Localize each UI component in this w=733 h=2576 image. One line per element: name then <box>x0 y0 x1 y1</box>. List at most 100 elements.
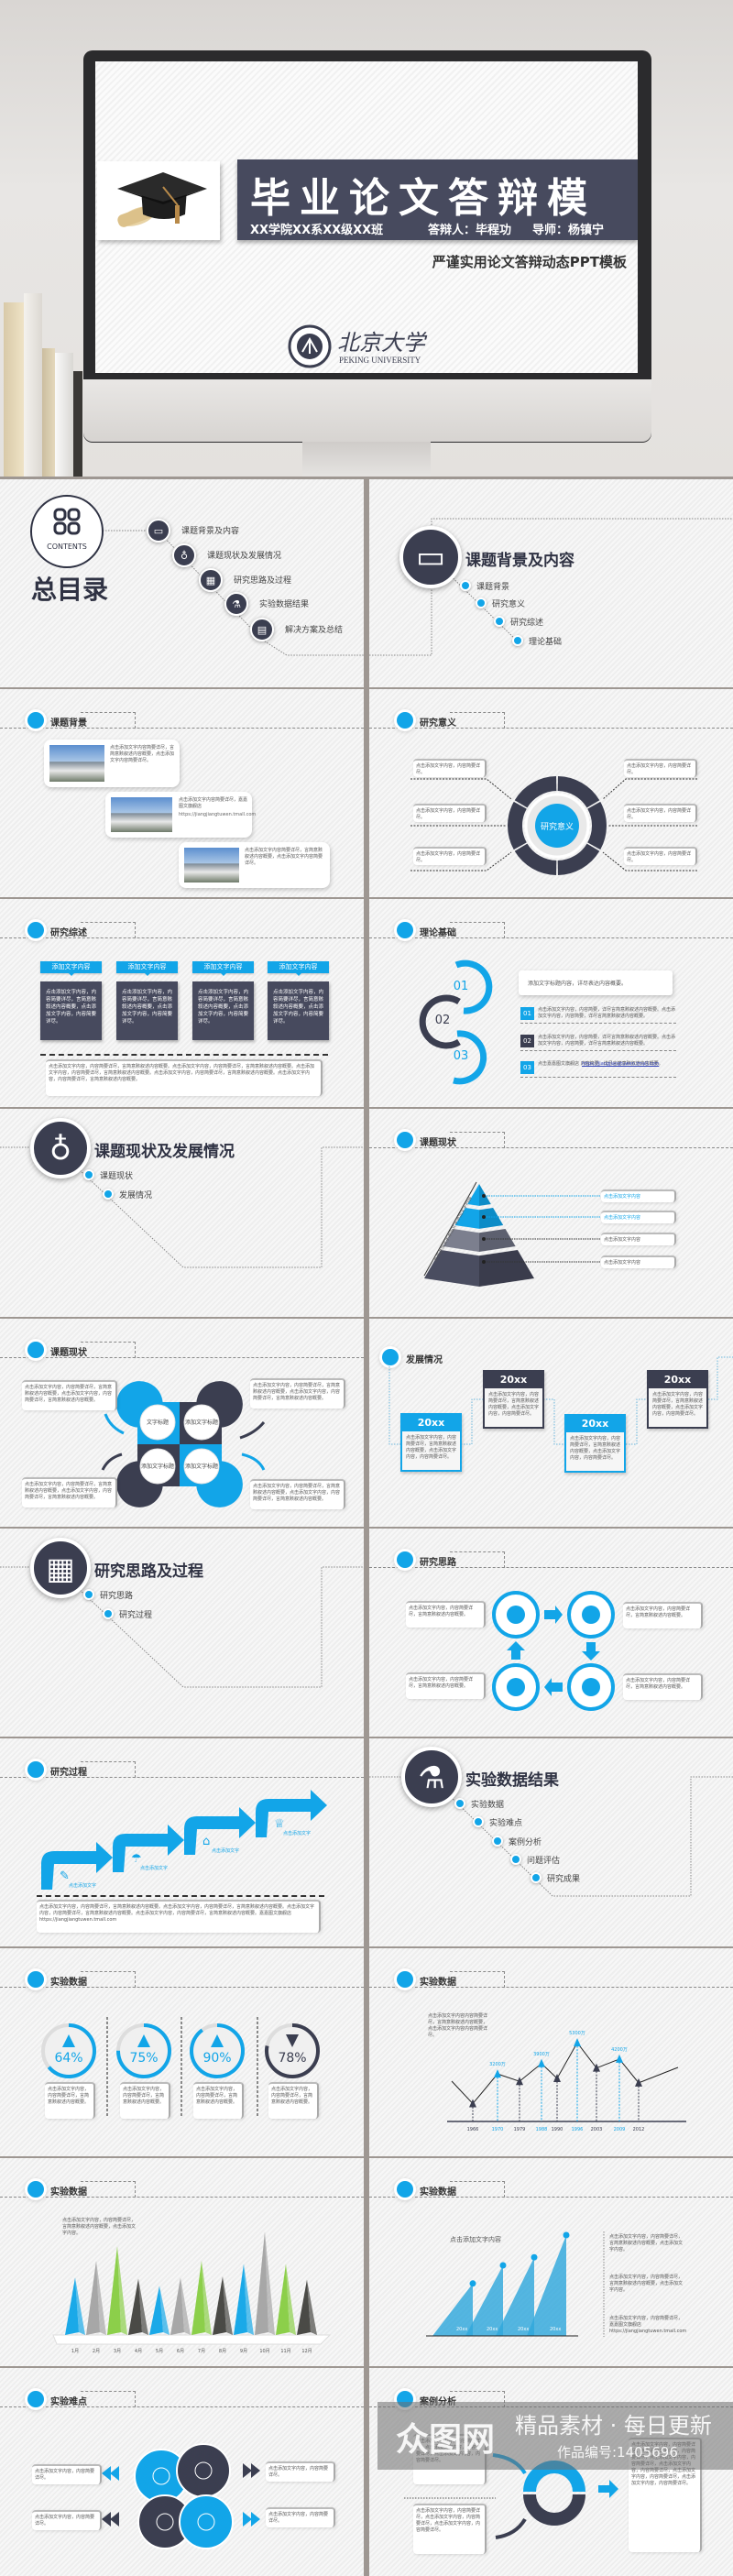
slide-background[interactable]: 课题背景 点击添加文字内容简要详尽，言简意赅叙述内容概要，点击添加文字内容简要详尽… <box>0 689 364 897</box>
text-box[interactable]: 点击添加文字内容，内容简要详尽，言简意赅叙述内容概要。 <box>406 1672 486 1699</box>
laptop-icon[interactable]: ▭ <box>147 519 170 543</box>
chevron-icon <box>110 2512 119 2527</box>
text-box[interactable]: 点击添加文字内容，内容简要详尽，言简意赅叙述内容概要，点击添加文字内容，内容简要… <box>250 1378 345 1409</box>
text-box[interactable]: 点击添加文字内容，内容简要详尽，言简意赅叙述内容概要。 <box>623 1602 703 1628</box>
text-box[interactable]: 点击添加文字内容，内容简要详尽，言简意赅叙述内容概要，点击添加文字内容，内容简要… <box>250 1479 345 1509</box>
slide-difficulties[interactable]: 实验难点 点击添加文字内容，内容简要详尽。 点击添加文字内容，内容简要详尽。 点击添加… <box>0 2368 364 2576</box>
note-link[interactable]: https://jiangjiangtuwen.tmall.com <box>609 2329 686 2335</box>
text-box[interactable]: 点击添加文字内容，内容简要详尽。 <box>624 847 697 865</box>
card-text: 点击添加文字内容，内容简要详尽，言简意赅叙述内容概要，点击添加文字内容，内容简要… <box>652 1392 704 1417</box>
section-item[interactable]: 研究成果 <box>547 1872 580 1884</box>
text-box[interactable]: 点击添加文字内容，内容简要详尽，言简意赅叙述内容概要。 <box>45 2082 95 2119</box>
timeline-card[interactable]: 20xx 点击添加文字内容，内容简要详尽，言简意赅叙述内容概要，点击添加文字内容，… <box>647 1370 708 1429</box>
contents-item-label[interactable]: 解决方案及总结 <box>285 623 343 635</box>
pyramid-label[interactable]: 点击添加文字内容 <box>601 1255 676 1268</box>
text-box[interactable]: 点击添加文字内容，内容简要详尽，点击添加文字内容，内容简要详尽，点击添加文字内容… <box>413 2504 487 2554</box>
timeline-card[interactable]: 20xx 点击添加文字内容，内容简要详尽，言简意赅叙述内容概要，点击添加文字内容，… <box>564 1414 626 1473</box>
summary-box[interactable]: 点击添加文字内容，内容简要详尽，言简意赅叙述内容概要。点击添加文字内容，内容简要… <box>37 1900 321 1933</box>
timeline-card[interactable]: 20xx 点击添加文字内容，内容简要详尽，言简意赅叙述内容概要，点击添加文字内容，… <box>483 1370 544 1429</box>
item-link[interactable]: https://jiangjiangtuwen.tmall.com <box>582 1061 659 1068</box>
watermark-code: 作品编号:1405696 <box>557 2444 678 2461</box>
x-tick-label: 2009 <box>614 2127 626 2132</box>
pyramid-label[interactable]: 点击添加文字内容 <box>601 1189 676 1202</box>
section-item[interactable]: 问题评估 <box>527 1854 560 1866</box>
text-box[interactable]: 点击添加文字内容，内容简要详尽。 <box>413 847 487 865</box>
text-box[interactable]: 点击添加文字内容，内容简要详尽。 <box>624 804 697 822</box>
slide-section-research[interactable]: ▦ 研究思路及过程 研究思路 研究过程 <box>0 1529 364 1737</box>
slide-process[interactable]: 研究过程 ✎ 点击添加文字 ☂ 点击添加文字 ⌂ 点击添加文字 ♕ 点击添加文字 点击添加文字内容… <box>0 1738 364 1946</box>
text-box[interactable]: 点击添加文字内容，内容简要详尽。 <box>266 2507 335 2527</box>
text-box[interactable]: 点击添加文字内容，内容简要详尽，言简意赅叙述内容概要。 <box>623 1673 703 1700</box>
slide-percent[interactable]: 实验数据 64% 点击添加文字内容，内容简要详尽，言简意赅叙述内容概要。 75% 点击添… <box>0 1948 364 2156</box>
slide-development[interactable]: 发展情况 20xx 点击添加文字内容，内容简要详尽，言简意赅叙述内容概要，点击添加文… <box>369 1319 733 1527</box>
text-box[interactable]: 点击添加文字内容，内容简要详尽，言简意赅叙述内容概要，点击添加文字内容，内容简要… <box>22 1477 117 1507</box>
slide-line-chart[interactable]: 实验数据 点击添加文字内容内容简要详尽，言简意赅叙述内容概要，点击添加文字内容内容… <box>369 1948 733 2156</box>
flask-icon[interactable]: ⚗ <box>224 592 248 616</box>
section-item[interactable]: 研究综述 <box>510 616 543 628</box>
image-card[interactable]: 点击添加文字内容简要详尽，言简意赅叙述内容概要，点击添加文字内容简要详尽。 <box>44 740 180 787</box>
step-label[interactable]: 点击添加文字 <box>140 1865 168 1871</box>
contents-item-label[interactable]: 课题背景及内容 <box>181 524 239 536</box>
contents-item-label[interactable]: 研究思路及过程 <box>234 574 291 586</box>
bullet-dot-icon <box>531 1872 542 1883</box>
slide-ideas[interactable]: 研究思路 点击添加文字内容，内容简要详尽，言简意赅叙述内容概要。 点击添加文字内容，… <box>369 1529 733 1737</box>
column-header[interactable]: 添加文字内容 <box>268 961 329 973</box>
section-item[interactable]: 研究过程 <box>119 1608 152 1620</box>
column-header[interactable]: 添加文字内容 <box>40 961 102 973</box>
text-box[interactable]: 点击添加文字内容，内容简要详尽。 <box>624 759 697 777</box>
document-icon[interactable]: ▤ <box>250 618 274 641</box>
text-box[interactable]: 点击添加文字内容，内容简要详尽。 <box>413 804 487 822</box>
slide-section-results[interactable]: ⚗ 实验数据结果 实验数据 实验难点 案例分析 问题评估 研究成果 <box>369 1738 733 1946</box>
step-label[interactable]: 点击添加文字 <box>212 1847 239 1854</box>
text-box[interactable]: 点击添加文字内容，内容简要详尽，言简意赅叙述内容概要。 <box>193 2082 244 2119</box>
headline-box[interactable]: 添加文字标题内容，详尽表达内容概要。 <box>519 970 673 995</box>
image-card[interactable]: 点击添加文字内容简要详尽，言简意赅叙述内容概要，点击添加文字内容简要详尽。 <box>179 842 330 888</box>
text-box[interactable]: 点击添加文字内容，内容简要详尽，言简意赅叙述内容概要。 <box>406 1601 486 1628</box>
text-box[interactable]: 点击添加文字内容，内容简要详尽，言简意赅叙述内容概要。 <box>120 2082 170 2119</box>
summary-box[interactable]: 点击添加文字内容，内容简要详尽，言简意赅叙述内容概要。点击添加文字内容，内容简要… <box>46 1059 323 1096</box>
pyramid-label[interactable]: 点击添加文字内容 <box>601 1233 676 1245</box>
slide-significance[interactable]: 研究意义 研究意义 点击添加文字内容，内容简要详尽。 点击添加文字内容，内容简要详尽。… <box>369 689 733 897</box>
slide-theory[interactable]: 理论基础 01 02 03 添加文字标题内容，详尽表达内容概要。 01 点击添加文字内容，内… <box>369 899 733 1107</box>
section-item[interactable]: 实验难点 <box>489 1816 522 1828</box>
text-box[interactable]: 点击添加文字内容，内容简要详尽。 <box>32 2464 102 2484</box>
slide-contents[interactable]: CONTENTS 总目录 ▭ 课题背景及内容 ♁ 课题现状及发展情况 ▦ 研究思路及过程 ⚗ 实验… <box>0 479 364 687</box>
slide-status-petals[interactable]: 课题现状 文字标题 添加文字标题 添加文字标题 添加文字标题 点击添加文字内容，内容简要详… <box>0 1319 364 1527</box>
column-header[interactable]: 添加文字内容 <box>116 961 178 973</box>
slide-cases[interactable]: 案例分析点击添加文字内容，内容简要详尽，点击添加文字内容，内容简要详尽，点击添加… <box>369 2368 733 2576</box>
section-item[interactable]: 研究思路 <box>100 1589 133 1601</box>
step-label[interactable]: 点击添加文字 <box>69 1882 96 1889</box>
section-item[interactable]: 研究意义 <box>492 597 525 609</box>
building-photo <box>111 797 172 832</box>
text-box[interactable]: 点击添加文字内容，内容简要详尽。 <box>266 2461 335 2482</box>
section-item[interactable]: 理论基础 <box>529 635 562 647</box>
section-item[interactable]: 发展情况 <box>119 1189 152 1200</box>
text-box[interactable]: 点击添加文字内容，内容简要详尽，言简意赅叙述内容概要，点击添加文字内容，内容简要… <box>22 1380 117 1410</box>
slide-section-status[interactable]: ♁ 课题现状及发展情况 课题现状 发展情况 <box>0 1109 364 1317</box>
x-tick-label: 8月 <box>219 2349 226 2354</box>
section-item[interactable]: 课题现状 <box>100 1169 133 1181</box>
text-box[interactable]: 点击添加文字内容，内容简要详尽。 <box>413 759 487 777</box>
text-box[interactable]: 点击添加文字内容，内容简要详尽。 <box>32 2510 102 2530</box>
slide-bar-chart[interactable]: 实验数据 点击添加文字内容，内容简要详尽，言简意赅叙述内容概要，点击添加文字内容。… <box>0 2158 364 2366</box>
timeline-card[interactable]: 20xx 点击添加文字内容，内容简要详尽，言简意赅叙述内容概要，点击添加文字内容，… <box>400 1413 462 1472</box>
apple-icon[interactable]: ♁ <box>172 543 196 567</box>
slide-review[interactable]: 研究综述 添加文字内容 点击添加文字内容，内容简要详尽，言简意赅叙述内容概要，点击添… <box>0 899 364 1107</box>
image-card[interactable]: 点击添加文字内容简要详尽，嘉嘉图文旗舰店 https://jiangjiangtu… <box>105 792 256 838</box>
text-box[interactable]: 点击添加文字内容，内容简要详尽，言简意赅叙述内容概要。 <box>268 2082 319 2119</box>
pyramid-label[interactable]: 点击添加文字内容 <box>601 1211 676 1223</box>
slide-area-chart[interactable]: 实验数据 点击添加文字内容 20xx 20xx 20xx 20xx 点击添加文字内容，内容简… <box>369 2158 733 2366</box>
contents-item-label[interactable]: 实验数据结果 <box>259 597 309 609</box>
slide-section-background[interactable]: ▭ 课题背景及内容 课题背景 研究意义 研究综述 理论基础 <box>369 479 733 687</box>
contents-item-label[interactable]: 课题现状及发展情况 <box>207 549 281 561</box>
bullet-dot-icon <box>27 922 44 938</box>
card-link[interactable]: https://jiangjiangtuwen.tmall.com <box>179 812 256 818</box>
section-item[interactable]: 实验数据 <box>471 1798 504 1810</box>
column-header[interactable]: 添加文字内容 <box>192 961 254 973</box>
slide-pyramid[interactable]: 课题现状 点击添加文字内容 点击添加文字内容 点击添加文字内容 点击添加文字内容 点击添加… <box>369 1109 733 1317</box>
section-item[interactable]: 课题背景 <box>476 580 509 592</box>
calculator-icon[interactable]: ▦ <box>199 568 223 592</box>
step-label[interactable]: 点击添加文字 <box>283 1830 311 1836</box>
pointer-icon <box>69 973 74 979</box>
section-item[interactable]: 案例分析 <box>509 1836 542 1847</box>
